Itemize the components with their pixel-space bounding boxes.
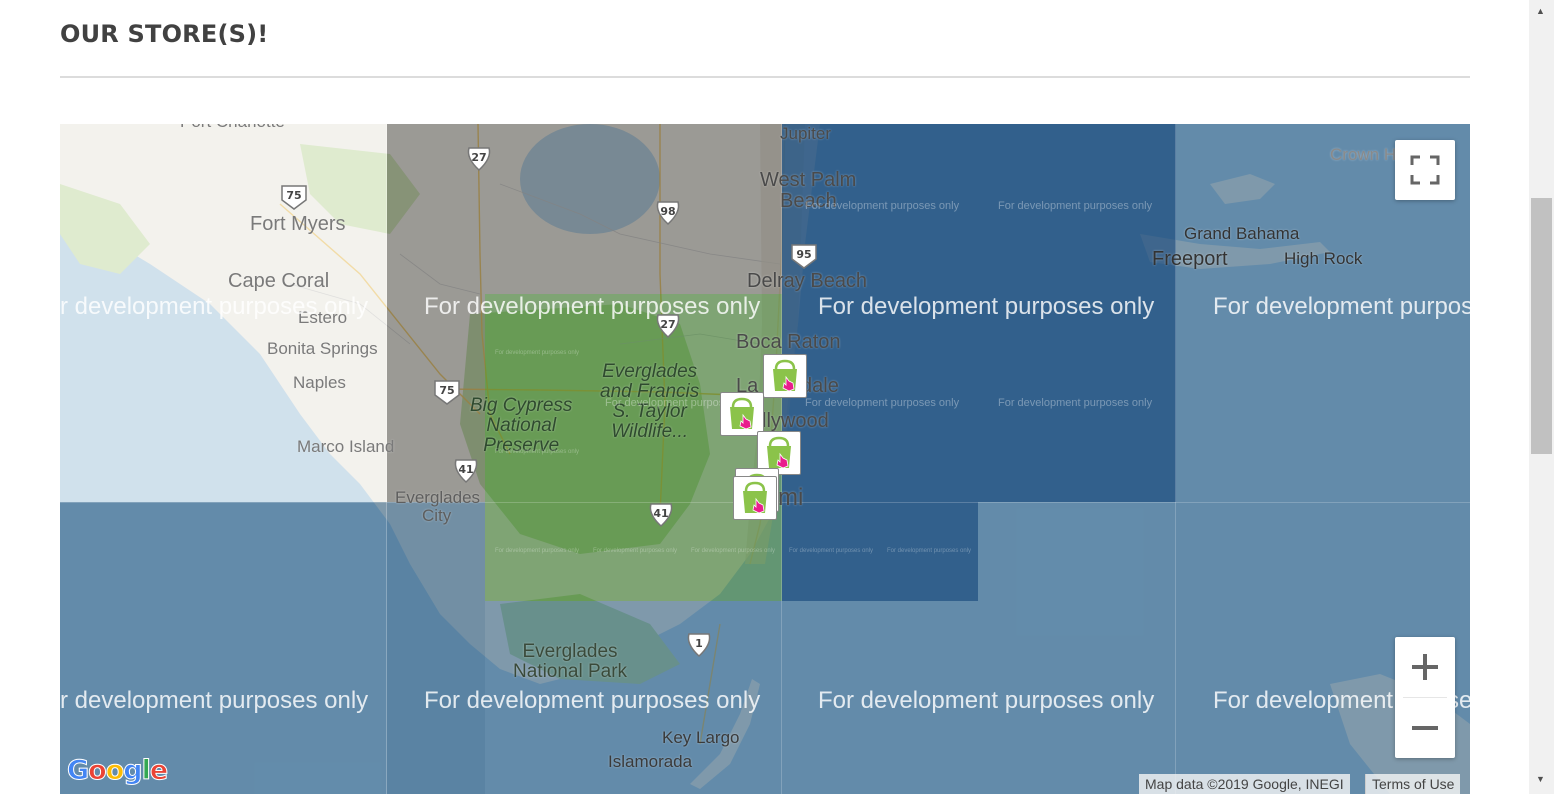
fullscreen-icon — [1410, 155, 1440, 185]
place-boca-raton: Boca Raton — [736, 331, 841, 353]
us41-east-shield: 41 — [647, 502, 675, 528]
terms-of-use-link[interactable]: Terms of Use — [1365, 774, 1461, 794]
watermark-6: For development purposes only — [424, 687, 761, 714]
plus-icon — [1412, 654, 1438, 680]
place-bonita-springs: Bonita Springs — [267, 339, 378, 358]
zoom-out-button[interactable] — [1395, 698, 1455, 758]
place-freeport: Freeport — [1152, 248, 1228, 270]
us1-shield: 1 — [685, 632, 713, 658]
watermark-7: For development purposes only — [818, 687, 1155, 714]
grid-line-v1 — [386, 124, 387, 794]
place-port-charlotte: Port Charlotte — [180, 124, 285, 132]
i75-north-shield: 75 — [280, 184, 308, 210]
watermark-small-2: For development purposes only — [998, 200, 1153, 212]
shopping-bag-icon — [730, 397, 754, 430]
google-logo-l: l — [141, 755, 151, 787]
place-naples: Naples — [293, 373, 346, 392]
tile-overlay-11 — [387, 502, 485, 794]
google-logo[interactable]: Google — [66, 755, 168, 787]
zoom-in-button[interactable] — [1395, 637, 1455, 697]
google-logo-o1: o — [88, 755, 108, 787]
i95-shield: 95 — [790, 243, 818, 269]
google-logo-g: G — [66, 755, 89, 787]
place-high-rock: High Rock — [1284, 249, 1363, 268]
park-big-cypress: Big Cypress National Preserve — [470, 395, 573, 456]
tile-overlay-2 — [387, 124, 782, 294]
watermark-small-1: For development purposes only — [805, 200, 960, 212]
map-data-attribution: Map data ©2019 Google, INEGI — [1139, 774, 1350, 794]
place-delray-beach: Delray Beach — [747, 270, 868, 292]
store-marker[interactable] — [733, 476, 777, 520]
scroll-up-arrow-icon[interactable]: ▲ — [1536, 6, 1545, 16]
place-everglades-city-2: City — [422, 506, 452, 525]
watermark-tiny-7: For development purposes only — [887, 548, 972, 554]
watermark-tiny-3: For development purposes only — [495, 548, 580, 554]
scroll-thumb[interactable] — [1531, 198, 1552, 454]
place-miami: mi — [778, 484, 804, 511]
sr98-shield: 98 — [654, 200, 682, 226]
watermark-5: r development purposes only — [60, 687, 369, 714]
watermark-4: For development purpose — [1213, 293, 1470, 320]
watermark-small-5: For development purposes only — [998, 397, 1153, 409]
place-grand-bahama: Grand Bahama — [1184, 224, 1300, 243]
watermark-tiny-5: For development purposes only — [691, 548, 776, 554]
page: OUR STORE(S)! Jupiter West Palm Beach Fo… — [0, 0, 1554, 794]
title-divider — [60, 76, 1470, 78]
place-crown-haven: Crown H — [1330, 145, 1397, 164]
us41-west-shield: 41 — [452, 458, 480, 484]
watermark-tiny-1: For development purposes only — [495, 350, 580, 356]
minus-icon — [1412, 726, 1438, 730]
google-logo-e: e — [149, 755, 168, 787]
us27-north-shield: 27 — [465, 146, 493, 172]
watermark-2: For development purposes only — [424, 293, 761, 320]
place-everglades-city-1: Everglades — [395, 488, 481, 507]
park-everglades-national: Everglades National Park — [513, 641, 628, 682]
google-logo-o2: o — [105, 755, 125, 787]
place-cape-coral: Cape Coral — [228, 270, 330, 292]
watermark-tiny-4: For development purposes only — [593, 548, 678, 554]
place-fort-myers: Fort Myers — [250, 213, 346, 235]
i75-south-shield: 75 — [433, 379, 461, 405]
place-marco-island: Marco Island — [297, 437, 395, 456]
page-scrollbar[interactable]: ▲ ▼ — [1529, 0, 1554, 794]
section-title: OUR STORE(S)! — [60, 20, 269, 48]
google-logo-g2: g — [123, 755, 143, 787]
scroll-down-arrow-icon[interactable]: ▼ — [1536, 774, 1545, 784]
place-jupiter: Jupiter — [780, 124, 832, 143]
watermark-tiny-6: For development purposes only — [789, 548, 874, 554]
place-key-largo: Key Largo — [662, 728, 740, 747]
shopping-bag-icon — [743, 481, 767, 514]
grid-line-v3 — [1175, 124, 1176, 794]
place-hollywood: llywood — [762, 410, 829, 432]
store-map[interactable]: Port Charlotte Jupiter West Palm Beach F… — [60, 124, 1470, 794]
watermark-tiny-2: For development purposes only — [495, 449, 580, 455]
fullscreen-button[interactable] — [1395, 140, 1455, 200]
place-west-palm-beach-1: West Palm — [760, 169, 857, 191]
watermark-3: For development purposes only — [818, 293, 1155, 320]
store-marker[interactable] — [720, 392, 764, 436]
place-islamorada: Islamorada — [608, 752, 693, 771]
zoom-control — [1395, 637, 1455, 758]
watermark-8: For development — [1213, 687, 1394, 714]
store-marker[interactable] — [763, 354, 807, 398]
watermark-1: r development purposes only — [60, 293, 369, 320]
shopping-bag-icon — [773, 359, 797, 392]
watermark-small-4: For development purposes only — [805, 397, 960, 409]
